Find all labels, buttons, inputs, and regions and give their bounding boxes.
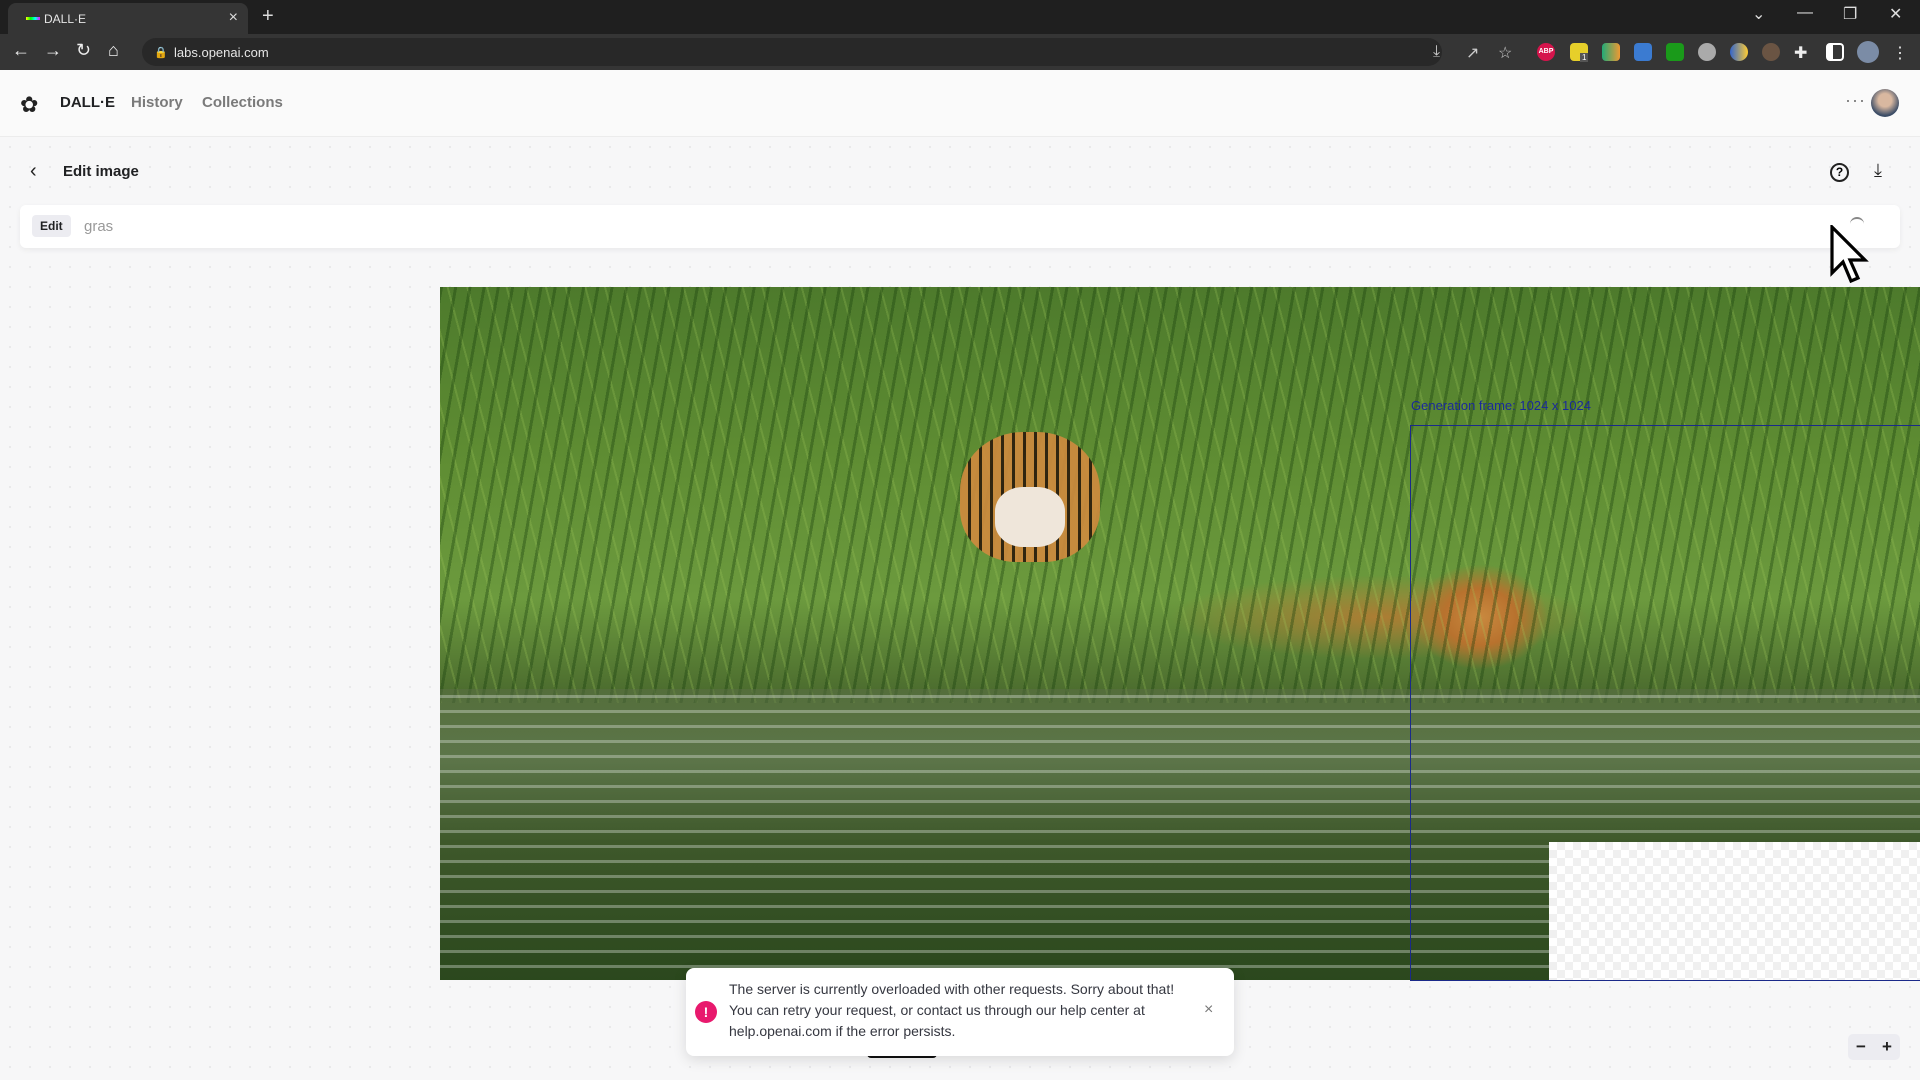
extensions-puzzle-icon[interactable]: ✚ bbox=[1794, 43, 1812, 62]
app-header: ✿ DALL·E History Collections ··· bbox=[0, 70, 1920, 137]
side-panel-icon[interactable] bbox=[1826, 43, 1844, 61]
browser-tab-bar: DALL·E × + ⌄ — ❐ ✕ bbox=[0, 0, 1920, 34]
reload-icon[interactable]: ↻ bbox=[76, 40, 91, 61]
extension-yellow-icon[interactable]: 1 bbox=[1570, 43, 1589, 62]
help-icon[interactable]: ? bbox=[1830, 163, 1849, 182]
address-bar[interactable]: 🔒 labs.openai.com bbox=[142, 38, 1442, 66]
favicon-icon bbox=[26, 17, 40, 20]
page-title: Edit image bbox=[63, 163, 139, 180]
home-icon[interactable]: ⌂ bbox=[108, 40, 119, 61]
extension-brown-icon[interactable] bbox=[1762, 43, 1780, 61]
back-icon[interactable]: ← bbox=[12, 40, 30, 61]
adblock-icon[interactable]: ABP bbox=[1537, 43, 1555, 61]
zoom-in-button[interactable]: + bbox=[1874, 1034, 1900, 1060]
extension-rainbow-icon[interactable] bbox=[1602, 43, 1620, 61]
minimize-icon[interactable]: — bbox=[1797, 4, 1813, 22]
camera-icon[interactable] bbox=[1698, 43, 1716, 61]
bookmark-star-icon[interactable]: ☆ bbox=[1498, 43, 1516, 62]
url-text: labs.openai.com bbox=[174, 44, 269, 60]
openai-logo-icon[interactable]: ✿ bbox=[20, 92, 38, 118]
extension-download-icon[interactable] bbox=[1666, 43, 1684, 61]
install-icon[interactable]: ⤓ bbox=[1433, 43, 1451, 61]
mouse-cursor-icon bbox=[1830, 225, 1869, 284]
tab-search-icon[interactable]: ⌄ bbox=[1752, 4, 1765, 24]
generation-frame[interactable] bbox=[1410, 425, 1920, 981]
close-window-icon[interactable]: ✕ bbox=[1889, 4, 1902, 24]
error-toast: ! The server is currently overloaded wit… bbox=[686, 968, 1234, 1056]
ellipsis-icon[interactable]: ··· bbox=[1845, 90, 1866, 111]
download-icon[interactable]: ⤓ bbox=[1874, 160, 1882, 181]
restore-icon[interactable]: ❐ bbox=[1843, 4, 1857, 24]
tiger-face bbox=[995, 487, 1065, 547]
close-tab-icon[interactable]: × bbox=[229, 9, 238, 27]
error-icon: ! bbox=[695, 1001, 717, 1023]
new-tab-icon[interactable]: + bbox=[262, 5, 274, 28]
share-icon[interactable]: ↗ bbox=[1466, 43, 1484, 62]
lock-icon: 🔒 bbox=[154, 46, 168, 59]
edit-badge: Edit bbox=[32, 215, 71, 237]
close-toast-button[interactable]: × bbox=[1204, 1001, 1213, 1019]
extension-globe-icon[interactable] bbox=[1730, 43, 1748, 61]
browser-menu-icon[interactable]: ⋮ bbox=[1892, 43, 1910, 62]
zoom-controls: − + bbox=[1848, 1034, 1900, 1060]
tab-title: DALL·E bbox=[44, 11, 87, 26]
prompt-bar: Edit bbox=[20, 205, 1900, 248]
prompt-input[interactable] bbox=[84, 213, 1784, 239]
brand-link[interactable]: DALL·E bbox=[60, 94, 115, 111]
error-message: The server is currently overloaded with … bbox=[729, 981, 1175, 1039]
generation-frame-label: Generation frame: 1024 x 1024 bbox=[1411, 398, 1591, 413]
profile-avatar[interactable] bbox=[1857, 41, 1879, 63]
extension-blue-icon[interactable] bbox=[1634, 43, 1652, 61]
browser-toolbar: ← → ↻ ⌂ 🔒 labs.openai.com ⤓ ↗ ☆ ABP 1 ✚ … bbox=[0, 34, 1920, 70]
browser-tab[interactable]: DALL·E × bbox=[8, 3, 248, 34]
back-arrow-icon[interactable]: ‹ bbox=[30, 160, 37, 183]
forward-icon[interactable]: → bbox=[44, 40, 62, 61]
nav-history[interactable]: History bbox=[131, 94, 183, 111]
user-avatar[interactable] bbox=[1871, 89, 1899, 117]
zoom-out-button[interactable]: − bbox=[1848, 1034, 1874, 1060]
nav-collections[interactable]: Collections bbox=[202, 94, 283, 111]
